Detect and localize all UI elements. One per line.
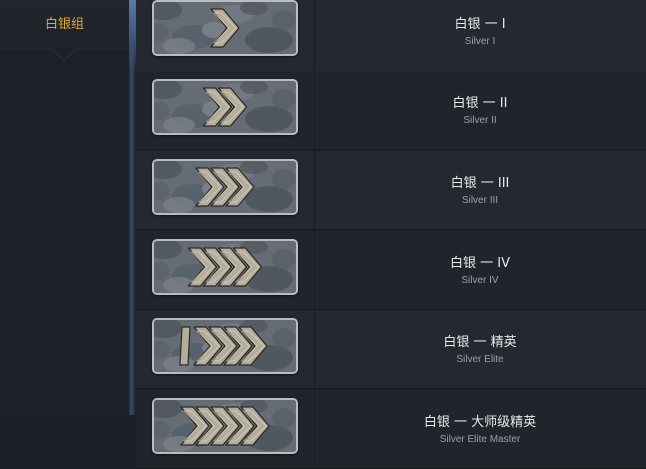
rank-name-en: Silver III <box>461 195 499 206</box>
rank-name-cn: 白银 一 III <box>450 176 510 191</box>
rank-list: 白银 一 I Silver I 白银 一 II Silver II 白银 一 III Si… <box>136 0 646 469</box>
rank-text-cell: 白银 一 I Silver I <box>314 0 646 71</box>
sidebar-item-label: 白银组 <box>44 16 84 32</box>
panel-divider-glow <box>129 0 136 70</box>
rank-row[interactable]: 白银 一 III Silver III <box>136 151 646 230</box>
badge-cell <box>136 71 315 149</box>
rank-row[interactable]: 白银 一 精英 Silver Elite <box>136 310 646 389</box>
rank-name-en: Silver Elite Master <box>439 434 521 445</box>
rank-name-cn: 白银 一 精英 <box>443 335 517 350</box>
badge-cell <box>136 0 315 71</box>
rank-name-en: Silver IV <box>461 275 499 286</box>
rank-name-en: Silver Elite <box>456 354 504 365</box>
rank-text-cell: 白银 一 III Silver III <box>314 151 646 229</box>
active-indicator <box>0 48 129 61</box>
rank-badge-icon <box>152 159 298 215</box>
rank-text-cell: 白银 一 精英 Silver Elite <box>314 310 646 388</box>
rank-row[interactable]: 白银 一 I Silver I <box>136 0 646 72</box>
rank-text-cell: 白银 一 大师级精英 Silver Elite Master <box>314 390 646 468</box>
rank-text-cell: 白银 一 IV Silver IV <box>314 231 646 309</box>
badge-cell <box>136 390 315 468</box>
badge-cell <box>136 310 315 388</box>
rank-name-cn: 白银 一 大师级精英 <box>423 415 537 430</box>
elite-bar <box>179 326 191 366</box>
rank-text-cell: 白银 一 II Silver II <box>314 71 646 149</box>
rank-name-cn: 白银 一 II <box>452 96 508 111</box>
sidebar-item-silver-group[interactable]: 白银组 <box>0 0 129 48</box>
rank-row[interactable]: 白银 一 大师级精英 Silver Elite Master <box>136 390 646 469</box>
rank-badge-icon <box>152 398 298 454</box>
badge-cell <box>136 231 315 309</box>
rank-row[interactable]: 白银 一 II Silver II <box>136 71 646 150</box>
badge-cell <box>136 151 315 229</box>
rank-name-cn: 白银 一 IV <box>450 256 510 271</box>
sidebar: 白银组 <box>0 0 129 415</box>
rank-name-en: Silver II <box>463 115 497 126</box>
rank-badge-icon <box>152 0 298 56</box>
rank-row[interactable]: 白银 一 IV Silver IV <box>136 231 646 310</box>
rank-badge-icon <box>152 79 298 135</box>
rank-name-cn: 白银 一 I <box>454 17 506 32</box>
rank-name-en: Silver I <box>464 36 496 47</box>
rank-badge-icon <box>152 318 298 374</box>
rank-badge-icon <box>152 239 298 295</box>
